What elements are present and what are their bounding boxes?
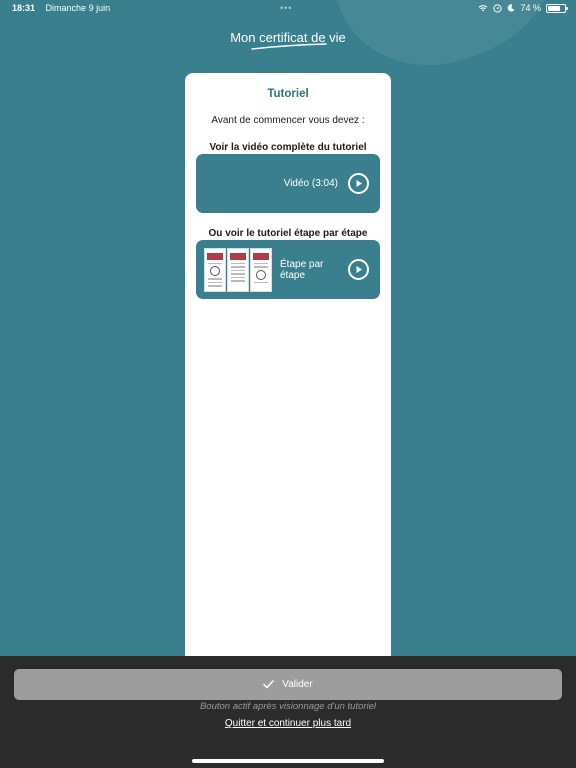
app-logo: Mon certificat de vie <box>0 30 576 51</box>
tutorial-card: Tutoriel Avant de commencer vous devez :… <box>185 73 391 673</box>
location-icon <box>493 3 503 13</box>
video-section-title: Voir la vidéo complète du tutoriel <box>209 142 367 153</box>
thumbnail-image <box>227 247 249 292</box>
tutorial-thumbnails <box>204 247 272 292</box>
battery-fill <box>548 5 560 11</box>
quit-later-link[interactable]: Quitter et continuer plus tard <box>0 718 576 729</box>
video-tutorial-button[interactable]: Vidéo (3:04) <box>196 154 380 213</box>
checkmark-icon <box>263 680 275 689</box>
validate-hint: Bouton actif après visionnage d'un tutor… <box>199 701 377 712</box>
play-icon <box>348 173 369 194</box>
home-indicator[interactable] <box>192 759 384 763</box>
video-label: Vidéo (3:04) <box>283 178 338 189</box>
status-date: Dimanche 9 juin <box>45 3 111 13</box>
validate-label: Valider <box>282 679 313 690</box>
steps-section-title: Ou voir le tutoriel étape par étape <box>208 228 368 239</box>
battery-icon <box>546 3 568 13</box>
thumbnail-image <box>204 247 226 292</box>
moon-icon <box>508 4 515 12</box>
status-bar: 18:31 Dimanche 9 juin ••• 74 % <box>0 0 576 16</box>
wifi-icon <box>479 5 488 12</box>
validate-button[interactable]: Valider <box>14 669 562 700</box>
steps-label: Étape par étape <box>280 258 324 281</box>
status-left: 18:31 Dimanche 9 juin <box>12 3 118 13</box>
step-by-step-button[interactable]: Étape par étape <box>196 240 380 299</box>
status-right: 74 % <box>478 3 568 13</box>
multitasking-dots[interactable]: ••• <box>280 3 292 13</box>
status-time: 18:31 <box>12 3 36 13</box>
card-title: Tutoriel <box>267 88 309 100</box>
thumbnail-image <box>250 247 272 292</box>
intro-text: Avant de commencer vous devez : <box>211 115 365 126</box>
battery-percent: 74 % <box>520 3 541 13</box>
play-icon <box>348 259 369 280</box>
logo-text: Mon certificat de vie <box>230 30 346 45</box>
bottom-bar: Valider Bouton actif après visionnage d'… <box>0 656 576 768</box>
